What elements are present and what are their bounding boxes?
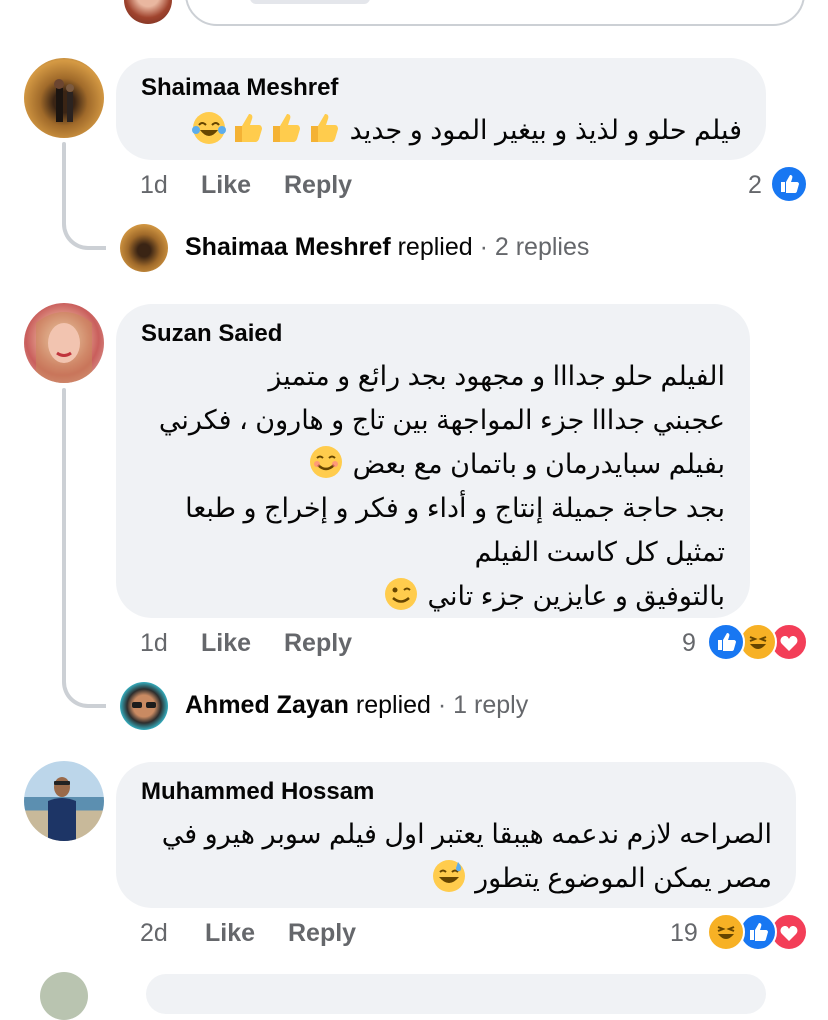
reply-author[interactable]: Ahmed Zayan [185, 691, 349, 719]
comment-time[interactable]: 1d [140, 629, 168, 658]
tears-of-joy-emoji-icon [192, 112, 227, 144]
haha-reaction-icon[interactable] [707, 913, 745, 951]
avatar-photo [48, 777, 76, 841]
reply-input-hint [250, 0, 370, 4]
comment-text: فيلم حلو و لذيذ و بيغير المود و جديد [190, 108, 742, 152]
comment-time[interactable]: 1d [140, 171, 168, 200]
comment-line: تمثيل كل كاست الفيلم [474, 537, 725, 567]
thread-curve [62, 200, 106, 250]
replies-summary[interactable]: Shaimaa Meshref replied · 2 replies [185, 233, 589, 262]
comment-line-with-emoji: مصر يمكن الموضوع يتطور [162, 856, 772, 900]
avatar-ahmed-zayan[interactable] [120, 682, 168, 730]
thumbs-up-emoji-row [190, 112, 342, 145]
comment-author[interactable]: Shaimaa Meshref [141, 74, 338, 102]
thumbs-up-emoji-icon [235, 114, 263, 142]
like-button[interactable]: Like [205, 919, 255, 948]
comment-author[interactable]: Suzan Saied [141, 320, 282, 348]
avatar-photo [54, 79, 74, 122]
winking-face-emoji-icon [384, 578, 417, 610]
comment-time[interactable]: 2d [140, 919, 168, 948]
next-comment-bubble [146, 974, 766, 1014]
reply-count[interactable]: · 1 reply [438, 691, 528, 719]
reply-button[interactable]: Reply [284, 629, 352, 658]
avatar-photo [132, 702, 156, 708]
replies-summary[interactable]: Ahmed Zayan replied · 1 reply [185, 691, 528, 720]
comment-line: عجبني جدااا جزء المواجهة بين تاج و هارون… [158, 405, 725, 435]
avatar-next[interactable] [40, 972, 88, 1020]
reply-count[interactable]: · 2 replies [480, 233, 590, 261]
comment-line: الصراحه لازم ندعمه هيبقا يعتبر اول فيلم … [161, 819, 772, 849]
reply-button[interactable]: Reply [288, 919, 356, 948]
replied-label: replied [397, 233, 473, 261]
comment-line: بفيلم سبايدرمان و باتمان مع بعض [352, 449, 725, 479]
comment-line: بالتوفيق و عايزين جزء تاني [427, 581, 725, 611]
thumbs-up-emoji-icon [273, 114, 301, 142]
smiling-face-emoji-icon [310, 446, 343, 478]
comment-line: بجد حاجة جميلة إنتاج و أداء و فكر و إخرا… [185, 493, 725, 523]
replied-label: replied [355, 691, 431, 719]
comment-line-with-emoji: بفيلم سبايدرمان و باتمان مع بعض [159, 442, 725, 486]
like-button[interactable]: Like [201, 629, 251, 658]
grinning-sweat-emoji-icon [432, 860, 465, 892]
avatar-suzan-saied[interactable] [24, 303, 104, 383]
comment-line-with-emoji: بالتوفيق و عايزين جزء تاني [159, 574, 725, 618]
reaction-count[interactable]: 19 [670, 919, 698, 948]
reply-author[interactable]: Shaimaa Meshref [185, 233, 391, 261]
comment-text: الصراحه لازم ندعمه هيبقا يعتبر اول فيلم … [162, 812, 772, 900]
comment-text: الفيلم حلو جدااا و مجهود بجد رائع و متمي… [159, 354, 725, 618]
avatar-shaimaa-meshref[interactable] [24, 58, 104, 138]
avatar-muhammed-hossam[interactable] [24, 761, 104, 841]
thread-line [62, 388, 66, 670]
thumbs-up-emoji-icon [311, 114, 339, 142]
avatar-shaimaa-meshref-small[interactable] [120, 224, 168, 272]
like-reaction-icon[interactable] [770, 165, 808, 203]
reaction-count[interactable]: 2 [748, 171, 762, 200]
reaction-count[interactable]: 9 [682, 629, 696, 658]
comment-line: مصر يمكن الموضوع يتطور [475, 863, 772, 893]
comment-line: فيلم حلو و لذيذ و بيغير المود و جديد [349, 115, 742, 145]
avatar-previous[interactable] [124, 0, 172, 24]
comment-author[interactable]: Muhammed Hossam [141, 778, 374, 806]
comment-line: الفيلم حلو جدااا و مجهود بجد رائع و متمي… [268, 361, 725, 391]
like-reaction-icon[interactable] [707, 623, 745, 661]
like-button[interactable]: Like [201, 171, 251, 200]
avatar-photo [36, 312, 92, 383]
thread-curve [62, 658, 106, 708]
reply-button[interactable]: Reply [284, 171, 352, 200]
